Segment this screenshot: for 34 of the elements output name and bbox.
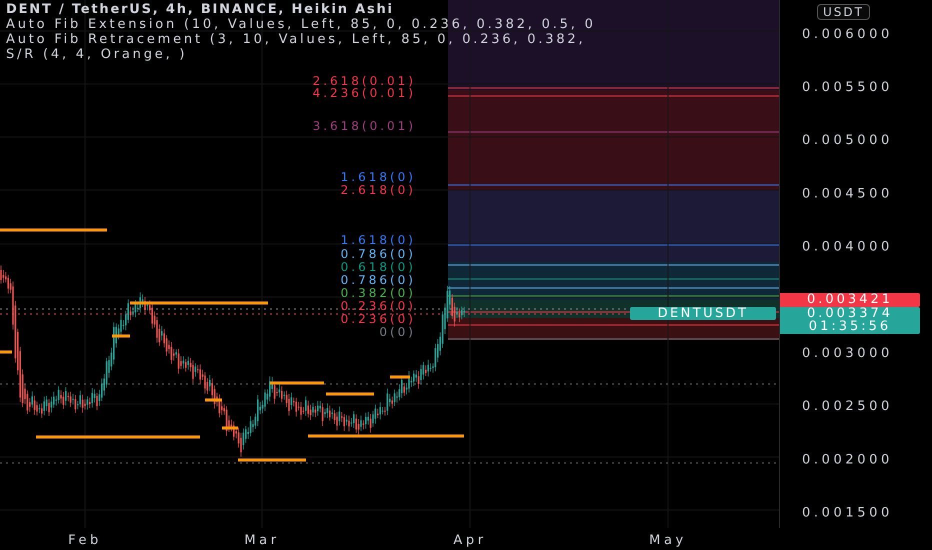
fib-level-label: 1.618(0) [340, 170, 416, 184]
price-label: 0.006000 [802, 26, 893, 42]
currency-button[interactable]: USDT [817, 4, 870, 20]
month-label: May [649, 533, 687, 548]
price-label: 0.004500 [802, 186, 893, 202]
fib-level-label: 0.786(0) [340, 247, 416, 261]
price-label: 0.005000 [802, 133, 893, 148]
fib-level-label: 0.236(0) [340, 299, 416, 313]
symbol-tag: DENTUSDT [630, 307, 776, 320]
price-label: 0.004000 [802, 240, 893, 255]
fib-level-label: 1.618(0) [340, 233, 416, 247]
month-label: Apr [453, 533, 487, 548]
price-label: 0.001500 [802, 506, 893, 521]
indicator-label: S/R (4, 4, Orange, ) [6, 47, 188, 62]
fib-level-label: 0.618(0) [340, 260, 416, 274]
fib-level-label: 0.382(0) [340, 286, 416, 300]
month-label: Feb [68, 533, 102, 548]
fib-level-label: 0.236(0) [340, 312, 416, 326]
price-label: 0.003000 [802, 346, 893, 361]
last-price-tag: 0.003421 [780, 293, 920, 307]
indicator-label: Auto Fib Extension (10, Values, Left, 85, 0, 0.236, 0.382, 0.5, 0 [6, 17, 596, 32]
price-label: 0.005500 [802, 80, 893, 95]
price-label: 0.002500 [802, 399, 893, 414]
fib-level-label: 0.786(0) [340, 273, 416, 287]
fib-level-label: 2.618(0) [340, 183, 416, 197]
price-label: 0.002000 [802, 452, 893, 468]
fib-level-label: 3.618(0.01) [312, 119, 416, 133]
fib-level-label: 0(0) [379, 325, 416, 339]
indicator-label: Auto Fib Retracement (3, 10, Values, Left, 85, 0, 0.236, 0.382, [6, 32, 586, 47]
month-label: Mar [244, 533, 280, 548]
symbol-title: DENT / TetherUS, 4h, BINANCE, Heikin Ashi [6, 2, 394, 17]
fib-level-label: 2.618(0.01) [312, 74, 416, 88]
current-price-tag: 0.003374 01:35:56 [780, 307, 920, 334]
fib-level-label: 4.236(0.01) [312, 86, 416, 100]
